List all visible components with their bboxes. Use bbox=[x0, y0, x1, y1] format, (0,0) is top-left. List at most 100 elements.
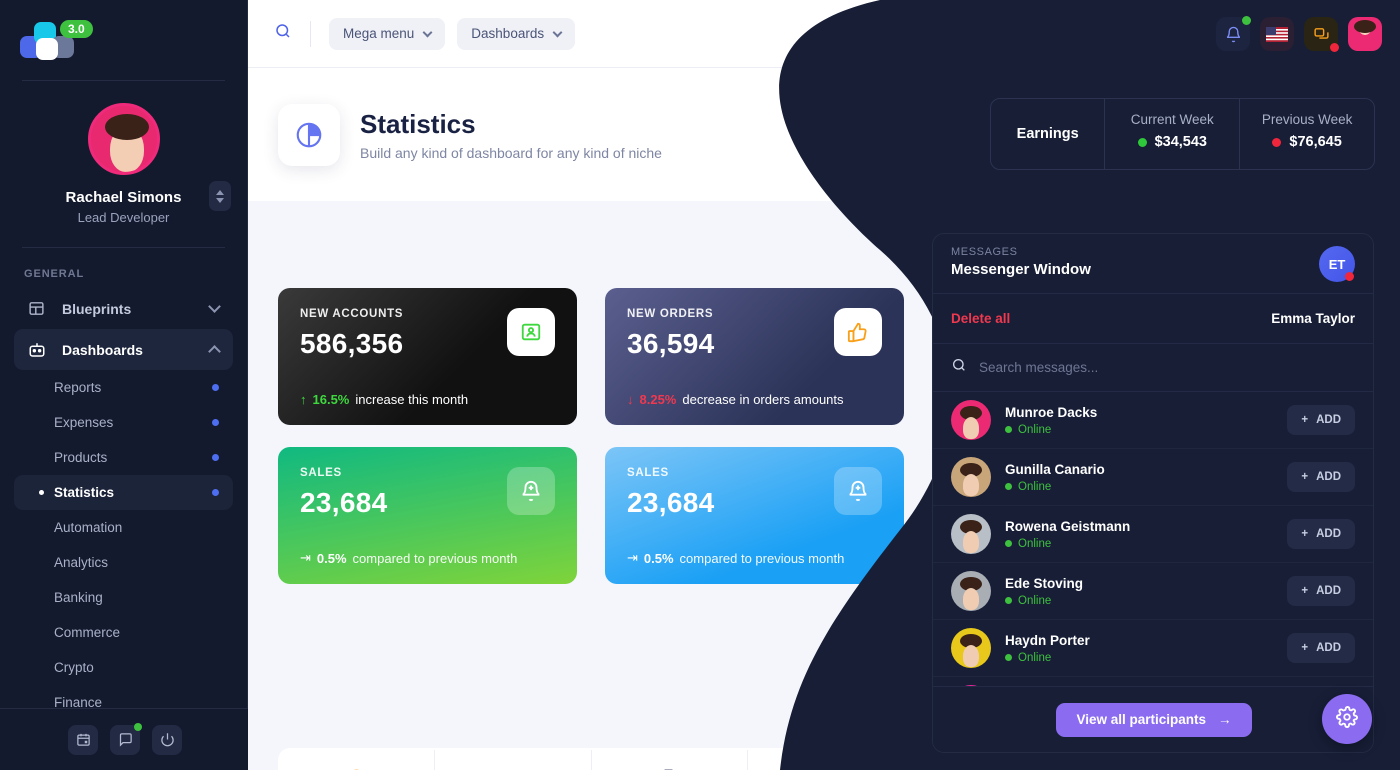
add-contact-button[interactable]: + ADD bbox=[1287, 462, 1355, 492]
sidebar-item-reports[interactable]: Reports bbox=[14, 370, 233, 405]
stat-card-new-orders[interactable]: NEW ORDERS 36,594 ↓ 8.25% decrease in or… bbox=[605, 288, 904, 425]
sidebar-item-products[interactable]: Products bbox=[14, 440, 233, 475]
stat-card-foot-text: compared to previous month bbox=[352, 550, 518, 566]
language-button[interactable] bbox=[1260, 17, 1294, 51]
sidebar-item-crypto-label: Crypto bbox=[54, 660, 94, 675]
search-icon bbox=[951, 357, 967, 378]
chevron-down-icon bbox=[552, 27, 563, 37]
contact-name: Munroe Dacks bbox=[1005, 404, 1098, 420]
stat-card-sales-green[interactable]: SALES 23,684 ⇥ 0.5% compared to previous… bbox=[278, 447, 577, 584]
stat-card-footer: ↑ 16.5% increase this month bbox=[300, 392, 468, 407]
plus-icon: + bbox=[1301, 414, 1309, 426]
status-dot bbox=[212, 419, 219, 426]
messenger-search[interactable] bbox=[933, 344, 1373, 392]
metrics-card: $9,658 revenue 23,594 users bbox=[278, 748, 903, 770]
contact-card-icon bbox=[507, 308, 555, 356]
view-all-participants-button[interactable]: View all participants → bbox=[1056, 702, 1252, 737]
messenger-avatar[interactable]: ET bbox=[1319, 246, 1355, 282]
sidebar-item-automation[interactable]: Automation bbox=[14, 510, 233, 545]
earnings-current-week-label: Current Week bbox=[1130, 112, 1214, 127]
robot-icon bbox=[28, 341, 50, 359]
dashboards-menu-label: Dashboards bbox=[471, 26, 545, 41]
list-item[interactable]: Ede Stoving Online + ADD bbox=[933, 563, 1373, 620]
topbar-actions bbox=[1216, 16, 1382, 52]
sidebar-item-commerce[interactable]: Commerce bbox=[14, 615, 233, 650]
search-input[interactable] bbox=[979, 360, 1279, 375]
plus-icon: + bbox=[1301, 528, 1309, 540]
stat-card-delta: 0.5% bbox=[316, 550, 347, 566]
sidebar-item-expenses[interactable]: Expenses bbox=[14, 405, 233, 440]
settings-fab-button[interactable] bbox=[1322, 694, 1372, 744]
contact-status: Online bbox=[1005, 595, 1083, 607]
sidebar-item-crypto[interactable]: Crypto bbox=[14, 650, 233, 685]
bell-plus-icon bbox=[507, 467, 555, 515]
stat-card-footer: ⇥ 0.5% compared to previous month bbox=[300, 550, 517, 566]
server-icon bbox=[591, 766, 747, 770]
stat-card-new-accounts[interactable]: NEW ACCOUNTS 586,356 ↑ 16.5% increase th… bbox=[278, 288, 577, 425]
messenger-footer: View all participants → bbox=[933, 686, 1373, 752]
sidebar-item-analytics[interactable]: Analytics bbox=[14, 545, 233, 580]
sidebar-item-banking[interactable]: Banking bbox=[14, 580, 233, 615]
profile-role: Lead Developer bbox=[77, 210, 170, 225]
sidebar-footer bbox=[0, 708, 248, 770]
list-item[interactable]: Rowena Geistmann Online + ADD bbox=[933, 506, 1373, 563]
metrics-row: $9,658 revenue 23,594 users bbox=[278, 748, 903, 770]
messenger-panel: MESSAGES Messenger Window ET Delete all … bbox=[932, 233, 1374, 753]
dashboards-menu-button[interactable]: Dashboards bbox=[457, 17, 576, 50]
avatar[interactable] bbox=[1348, 17, 1382, 51]
logo-dots-icon: 3.0 bbox=[18, 20, 93, 66]
calendar-button[interactable] bbox=[68, 724, 98, 755]
avatar bbox=[951, 571, 991, 611]
messages-button[interactable] bbox=[1304, 17, 1339, 52]
add-contact-button[interactable]: + ADD bbox=[1287, 519, 1355, 549]
avatar bbox=[951, 514, 991, 554]
sidebar-item-statistics[interactable]: Statistics bbox=[14, 475, 233, 510]
plus-icon: + bbox=[1301, 471, 1309, 483]
flag-us-icon bbox=[1266, 26, 1288, 42]
stat-card-foot-text: compared to previous month bbox=[679, 550, 845, 566]
earnings-current-week: Current Week $34,543 bbox=[1105, 99, 1239, 169]
contact-status: Online bbox=[1005, 481, 1105, 493]
status-dot-green bbox=[1137, 137, 1147, 147]
stat-card-sales-blue[interactable]: SALES 23,684 ⇥ 0.5% compared to previous… bbox=[605, 447, 904, 584]
mega-menu-label: Mega menu bbox=[343, 26, 415, 41]
user-icon bbox=[434, 766, 590, 770]
sidebar-item-dashboards[interactable]: Dashboards bbox=[14, 329, 233, 370]
add-contact-button[interactable]: + ADD bbox=[1287, 405, 1355, 435]
bell-plus-icon bbox=[834, 467, 882, 515]
messenger-current-user: Emma Taylor bbox=[1271, 311, 1355, 326]
status-dot bbox=[134, 722, 142, 731]
sidebar-item-automation-label: Automation bbox=[54, 520, 123, 535]
metric-orders-1: 1,064 orders bbox=[590, 748, 747, 770]
earnings-previous-week-label: Previous Week bbox=[1261, 112, 1353, 127]
notifications-button[interactable] bbox=[1216, 16, 1251, 51]
profile-avatar[interactable] bbox=[87, 103, 160, 175]
list-item[interactable]: Gunilla Canario Online + ADD bbox=[933, 449, 1373, 506]
search-icon[interactable] bbox=[274, 22, 292, 45]
add-contact-button[interactable]: + ADD bbox=[1287, 633, 1355, 663]
status-dot bbox=[212, 489, 219, 496]
list-item[interactable]: Haydn Porter Online + ADD bbox=[933, 620, 1373, 677]
status-dot bbox=[212, 454, 219, 461]
sidebar-item-dashboards-label: Dashboards bbox=[62, 341, 143, 358]
sidebar-item-blueprints[interactable]: Blueprints bbox=[14, 288, 233, 329]
earnings-previous-week-value: $76,645 bbox=[1289, 134, 1342, 150]
stat-card-foot-text: decrease in orders amounts bbox=[682, 392, 844, 407]
contact-list: Munroe Dacks Online + ADD Gunilla Canario… bbox=[933, 392, 1373, 688]
chat-button[interactable] bbox=[110, 722, 142, 755]
sidebar-item-products-label: Products bbox=[54, 450, 108, 465]
stat-card-foot-text: increase this month bbox=[355, 392, 469, 407]
add-contact-button[interactable]: + ADD bbox=[1287, 576, 1355, 606]
list-item[interactable]: Munroe Dacks Online + ADD bbox=[933, 392, 1373, 449]
profile-switch-button[interactable] bbox=[209, 181, 231, 211]
app-root: 3.0 Rachael Simons Lead Developer GENERA… bbox=[0, 0, 1400, 770]
arrow-flat-icon: ⇥ bbox=[300, 550, 311, 565]
thumbs-up-icon bbox=[834, 308, 882, 356]
delete-all-button[interactable]: Delete all bbox=[951, 311, 1010, 326]
mega-menu-button[interactable]: Mega menu bbox=[329, 17, 446, 50]
coin-dollar-icon bbox=[278, 766, 434, 770]
app-logo[interactable]: 3.0 bbox=[0, 0, 247, 70]
metric-revenue: $9,658 revenue bbox=[278, 748, 434, 770]
power-button[interactable] bbox=[152, 724, 182, 755]
messenger-toolbar: Delete all Emma Taylor bbox=[933, 294, 1373, 344]
